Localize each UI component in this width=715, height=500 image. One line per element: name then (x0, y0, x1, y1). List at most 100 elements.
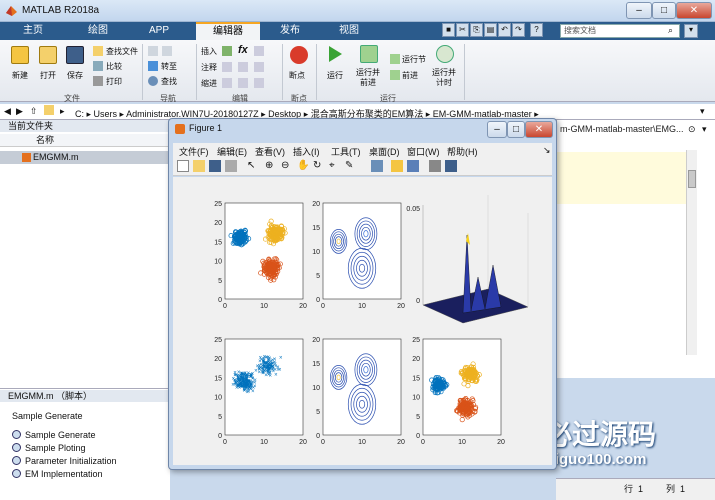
tab-plots[interactable]: 绘图 (70, 22, 126, 40)
brush-icon[interactable]: ✎ (345, 160, 357, 172)
tab-editor[interactable]: 编辑器 (196, 22, 260, 40)
zoom-out-icon[interactable]: ⊖ (281, 160, 293, 172)
hide-tools-icon[interactable] (429, 160, 441, 172)
help-icon[interactable]: ? (530, 23, 543, 37)
tab-apps[interactable]: APP (134, 22, 184, 40)
section-item[interactable]: EM Implementation (12, 469, 103, 479)
tab-home[interactable]: 主页 (8, 22, 58, 40)
section-label: Sample Ploting (25, 443, 86, 453)
tab-view[interactable]: 视图 (324, 22, 374, 40)
close-button[interactable]: ✕ (676, 2, 712, 19)
section-icon (12, 456, 21, 465)
breakpoints-button-label[interactable]: 断点 (289, 70, 305, 81)
tab-publish[interactable]: 发布 (264, 22, 316, 40)
subplot-grid[interactable]: 25201510500 10 20201510500 10 2025201510500 1… (173, 177, 552, 465)
back-arrow-icon[interactable]: ◀ (4, 106, 11, 117)
zoom-in-icon[interactable]: ⊕ (265, 160, 277, 172)
breadcrumb-segment[interactable]: Users (94, 109, 118, 119)
quick-cut-icon[interactable]: ✂ (456, 23, 469, 37)
advance-button[interactable]: 前进 (402, 70, 418, 81)
new-icon[interactable] (11, 46, 29, 64)
breadcrumb-drive[interactable]: C: (75, 109, 84, 119)
run-time-icon[interactable] (436, 45, 454, 63)
editor-path-tab[interactable]: m-GMM-matlab-master\EMG... (556, 123, 686, 136)
find-files-button[interactable]: 查找文件 (106, 46, 138, 57)
section-item[interactable]: Sample Generate (12, 430, 96, 440)
editor-current-section[interactable] (556, 152, 686, 204)
colorbar-icon[interactable] (391, 160, 403, 172)
section-item[interactable]: Sample Ploting (12, 443, 86, 453)
rotate-icon[interactable]: ↻ (313, 160, 325, 172)
smart-indent-icon[interactable] (222, 78, 232, 88)
print-figure-icon[interactable] (225, 160, 237, 172)
fx-icon[interactable]: fx (238, 44, 248, 56)
figure-canvas[interactable]: 25 20 15 10 5 0 0 10 20 20 15 10 5 0 0 10 20 25 20 15 10 5 0 0 1… (173, 177, 552, 465)
forward-arrow-icon[interactable]: ▶ (16, 106, 23, 117)
run-button-label[interactable]: 运行 (327, 70, 343, 81)
comment-icon[interactable] (222, 62, 232, 72)
address-dropdown-icon[interactable]: ▾ (700, 106, 705, 117)
search-input[interactable]: 搜索文档 (560, 24, 680, 38)
save-figure-icon[interactable] (209, 160, 221, 172)
browse-folder-icon[interactable] (44, 105, 54, 115)
search-icon[interactable]: ⌕ (668, 25, 673, 36)
link-plot-icon[interactable] (371, 160, 383, 172)
comment-button[interactable]: 注释 (201, 62, 217, 73)
print-button[interactable]: 打印 (106, 76, 122, 87)
insert-section-icon[interactable] (222, 46, 232, 56)
filter-icon[interactable]: ▾ (684, 24, 698, 38)
data-cursor-icon[interactable]: ⌖ (329, 160, 341, 172)
insert-button[interactable]: 插入 (201, 46, 217, 57)
compare-button[interactable]: 比较 (106, 61, 122, 72)
new-button-label[interactable]: 新建 (12, 70, 28, 81)
wrap-comment-icon[interactable] (254, 62, 264, 72)
scatter-point: × (253, 381, 257, 387)
forward-icon[interactable] (162, 46, 172, 56)
run-icon[interactable] (326, 45, 344, 63)
goto-icon (148, 61, 158, 71)
decrease-indent-icon[interactable] (254, 78, 264, 88)
run-time-button-label[interactable]: 运行并 计时 (432, 68, 456, 88)
dock-icon[interactable]: ↘ (543, 145, 551, 156)
section-item[interactable]: Parameter Initialization (12, 456, 117, 466)
pointer-icon[interactable]: ↖ (247, 160, 259, 172)
open-folder-icon[interactable] (39, 46, 57, 64)
figure-minimize-button[interactable]: – (487, 121, 507, 138)
insert-menu-icon[interactable] (254, 46, 264, 56)
save-button-label[interactable]: 保存 (67, 70, 83, 81)
maximize-button[interactable]: □ (652, 2, 676, 19)
increase-indent-icon[interactable] (238, 78, 248, 88)
x-tick-label: 10 (458, 439, 466, 446)
run-advance-icon[interactable] (360, 45, 378, 63)
uncomment-icon[interactable] (238, 62, 248, 72)
run-advance-button-label[interactable]: 运行并 前进 (356, 68, 380, 88)
legend-icon[interactable] (407, 160, 419, 172)
breakpoint-icon[interactable] (290, 46, 308, 64)
indent-button[interactable]: 缩进 (201, 78, 217, 89)
quick-paste-icon[interactable]: ▤ (484, 23, 497, 37)
undo-icon[interactable]: ↶ (498, 23, 511, 37)
open-button-label[interactable]: 打开 (40, 70, 56, 81)
quick-copy-icon[interactable]: ⎘ (470, 23, 483, 37)
editor-expand-icon[interactable]: ▾ (702, 124, 707, 135)
figure-window[interactable]: Figure 1 – □ ✕ 文件(F) 编辑(E) 查看(V) 插入(I) 工… (168, 118, 557, 470)
run-section-button[interactable]: 运行节 (402, 54, 426, 65)
figure-close-button[interactable]: ✕ (525, 121, 553, 138)
minimize-button[interactable]: – (626, 2, 652, 19)
find-button[interactable]: 查找 (161, 76, 177, 87)
back-icon[interactable] (148, 46, 158, 56)
save-icon[interactable] (66, 46, 84, 64)
new-figure-icon[interactable] (177, 160, 189, 172)
up-folder-icon[interactable]: ⇧ (30, 106, 38, 117)
goto-button[interactable]: 转至 (161, 61, 177, 72)
name-column-header[interactable]: 名称 (0, 134, 170, 147)
editor-scrollbar[interactable] (686, 150, 697, 355)
redo-icon[interactable]: ↷ (512, 23, 525, 37)
scroll-thumb[interactable] (688, 170, 696, 188)
quick-save-icon[interactable]: ■ (442, 23, 455, 37)
figure-maximize-button[interactable]: □ (507, 121, 525, 138)
pan-icon[interactable]: ✋ (297, 160, 309, 172)
open-file-icon[interactable] (193, 160, 205, 172)
show-tools-icon[interactable] (445, 160, 457, 172)
editor-menu-icon[interactable]: ⊙ (688, 124, 696, 135)
